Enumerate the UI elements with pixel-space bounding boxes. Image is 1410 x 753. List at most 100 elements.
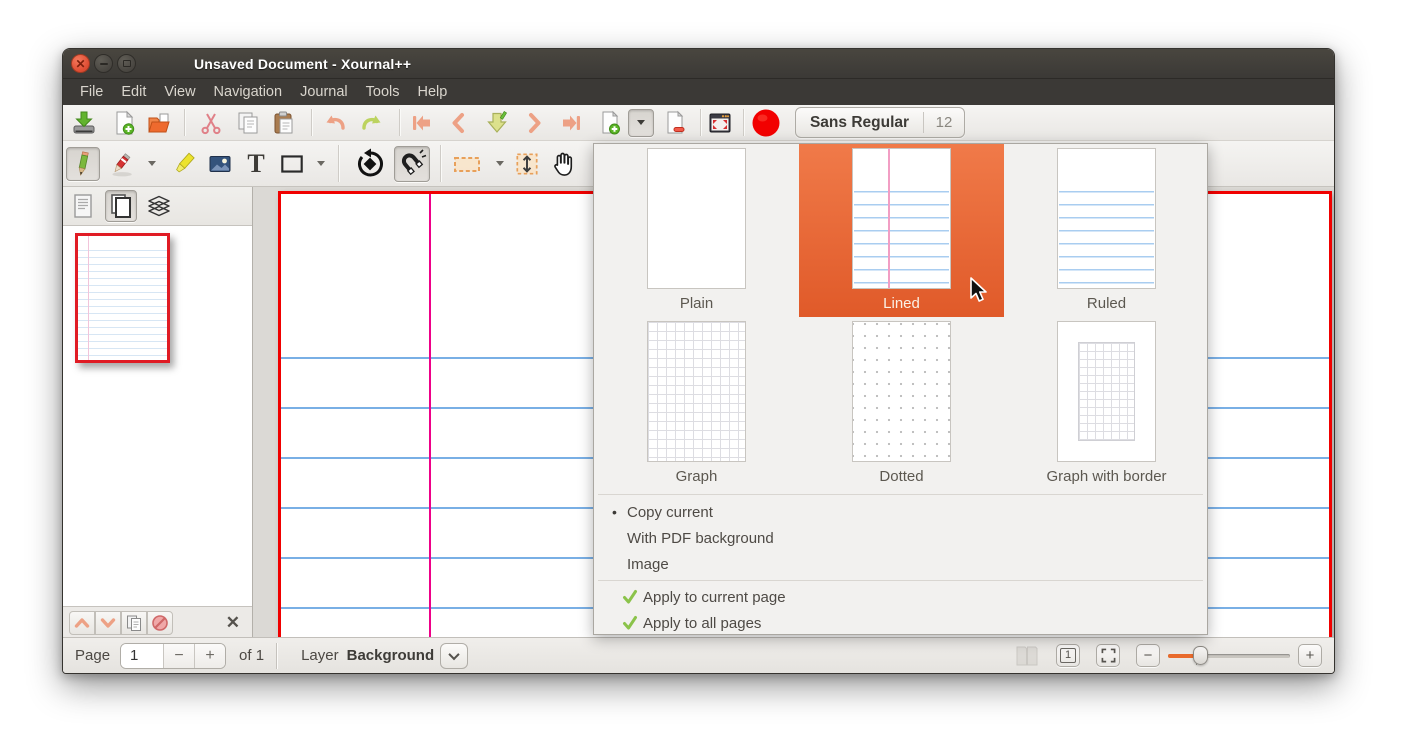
- maximize-glyph: [123, 60, 131, 67]
- option-copy-current[interactable]: • Copy current: [594, 499, 1207, 525]
- last-page-button[interactable]: [556, 108, 586, 138]
- fullscreen-fit-button[interactable]: [1096, 644, 1120, 667]
- record-audio-button[interactable]: [751, 108, 781, 138]
- font-button[interactable]: Sans Regular 12: [795, 107, 965, 138]
- option-apply-to-current-page[interactable]: Apply to current page: [594, 584, 1207, 610]
- thumbnail-margin-line: [88, 236, 89, 360]
- previous-page-button[interactable]: [444, 108, 474, 138]
- page-up-button[interactable]: [69, 611, 95, 635]
- next-page-icon: [522, 111, 546, 135]
- contents-tab[interactable]: [68, 191, 98, 221]
- next-annotated-page-icon: [484, 110, 510, 136]
- copy-button[interactable]: [233, 108, 263, 138]
- redo-button[interactable]: [357, 108, 387, 138]
- menu-journal[interactable]: Journal: [291, 81, 357, 103]
- eraser-tool-button[interactable]: [104, 147, 138, 181]
- page-spinner: − +: [120, 643, 226, 669]
- pen-tool-button[interactable]: [66, 147, 100, 181]
- page-decrement-button[interactable]: −: [163, 644, 194, 668]
- layer-dropdown-button[interactable]: [440, 643, 468, 669]
- open-button[interactable]: [144, 108, 174, 138]
- paper-type-graph[interactable]: Graph: [594, 317, 799, 490]
- titlebar[interactable]: ✕ Unsaved Document - Xournal++: [63, 49, 1334, 79]
- toolbar-separator: [311, 109, 312, 136]
- delete-page-button[interactable]: [660, 108, 690, 138]
- page-down-button[interactable]: [95, 611, 121, 635]
- cut-button[interactable]: [196, 108, 226, 138]
- delete-page-icon: [662, 110, 688, 136]
- record-audio-icon: [751, 108, 781, 138]
- font-size-label: 12: [924, 114, 964, 131]
- option-with-pdf-background[interactable]: With PDF background: [594, 525, 1207, 551]
- menu-navigation[interactable]: Navigation: [205, 81, 292, 103]
- layer-label: Layer: [301, 647, 339, 664]
- zoom-in-button[interactable]: +: [1298, 644, 1322, 667]
- highlighter-icon: [170, 150, 198, 178]
- save-button[interactable]: [69, 108, 99, 138]
- option-apply-to-all-pages[interactable]: Apply to all pages: [594, 610, 1207, 636]
- selection-options-chevron[interactable]: [492, 149, 508, 179]
- grid-snap-button[interactable]: [394, 146, 430, 182]
- page-thumbnail[interactable]: [75, 233, 170, 363]
- menu-edit[interactable]: Edit: [112, 81, 155, 103]
- menu-view[interactable]: View: [155, 81, 204, 103]
- next-annotated-page-button[interactable]: [482, 108, 512, 138]
- fit-page-button[interactable]: 1: [1056, 644, 1080, 667]
- page-increment-button[interactable]: +: [194, 644, 225, 668]
- zoom-out-button[interactable]: −: [1136, 644, 1160, 667]
- insert-image-button[interactable]: [203, 147, 237, 181]
- page-number-input[interactable]: [121, 644, 163, 668]
- highlighter-tool-button[interactable]: [167, 147, 201, 181]
- option-image[interactable]: Image: [594, 551, 1207, 577]
- close-sidebar-icon[interactable]: ✕: [226, 613, 240, 633]
- toolbar-separator: [743, 109, 744, 136]
- paper-type-plain[interactable]: Plain: [594, 144, 799, 317]
- fullscreen-fit-icon: [1101, 648, 1116, 663]
- undo-button[interactable]: [320, 108, 350, 138]
- page-preview-tab[interactable]: [105, 190, 137, 222]
- new-page-button[interactable]: [595, 108, 625, 138]
- shape-options-chevron[interactable]: [313, 149, 329, 179]
- zoom-slider-thumb[interactable]: [1193, 646, 1208, 665]
- paper-type-dotted[interactable]: Dotted: [799, 317, 1004, 490]
- rotation-snap-button[interactable]: [352, 146, 388, 182]
- layers-tab[interactable]: [144, 191, 174, 221]
- ruled-thumb-lines: [1059, 191, 1154, 286]
- select-rectangle-button[interactable]: [450, 147, 484, 181]
- copy-page-button[interactable]: [121, 611, 147, 635]
- paper-thumb-dotted: [852, 321, 951, 462]
- hand-tool-button[interactable]: [546, 147, 580, 181]
- shape-tool-button[interactable]: [275, 147, 309, 181]
- zoom-slider[interactable]: [1168, 644, 1290, 667]
- first-page-button[interactable]: [407, 108, 437, 138]
- new-document-button[interactable]: [109, 108, 139, 138]
- close-icon[interactable]: ✕: [71, 54, 90, 73]
- paper-type-graph-with-border[interactable]: Graph with border: [1004, 317, 1209, 490]
- menu-tools[interactable]: Tools: [357, 81, 409, 103]
- toolbar-separator: [399, 109, 400, 136]
- paper-label-ruled: Ruled: [1087, 295, 1126, 312]
- paper-thumb-plain: [647, 148, 746, 289]
- sidebar-actions: ✕: [63, 607, 252, 639]
- eraser-options-chevron[interactable]: [144, 149, 160, 179]
- fullscreen-button[interactable]: [705, 108, 735, 138]
- option-image-label: Image: [627, 556, 669, 573]
- paste-button[interactable]: [269, 108, 299, 138]
- paper-type-ruled[interactable]: Ruled: [1004, 144, 1209, 317]
- page-template-dropdown-button[interactable]: [628, 109, 654, 137]
- lined-thumb-margin: [888, 149, 890, 288]
- menu-file[interactable]: File: [71, 81, 112, 103]
- menu-help[interactable]: Help: [408, 81, 456, 103]
- maximize-icon[interactable]: [117, 54, 136, 73]
- minimize-icon[interactable]: [94, 54, 113, 73]
- fit-page-icon: 1: [1060, 648, 1076, 663]
- next-page-button[interactable]: [519, 108, 549, 138]
- cut-icon: [199, 111, 223, 135]
- vertical-space-button[interactable]: [510, 147, 544, 181]
- delete-page-blocked-button[interactable]: [147, 611, 173, 635]
- lined-thumb-lines: [854, 191, 949, 286]
- minimize-glyph: [100, 63, 108, 65]
- chevron-down-icon: [317, 161, 325, 166]
- paper-thumb-graph-border: [1057, 321, 1156, 462]
- text-tool-button[interactable]: T: [239, 147, 273, 181]
